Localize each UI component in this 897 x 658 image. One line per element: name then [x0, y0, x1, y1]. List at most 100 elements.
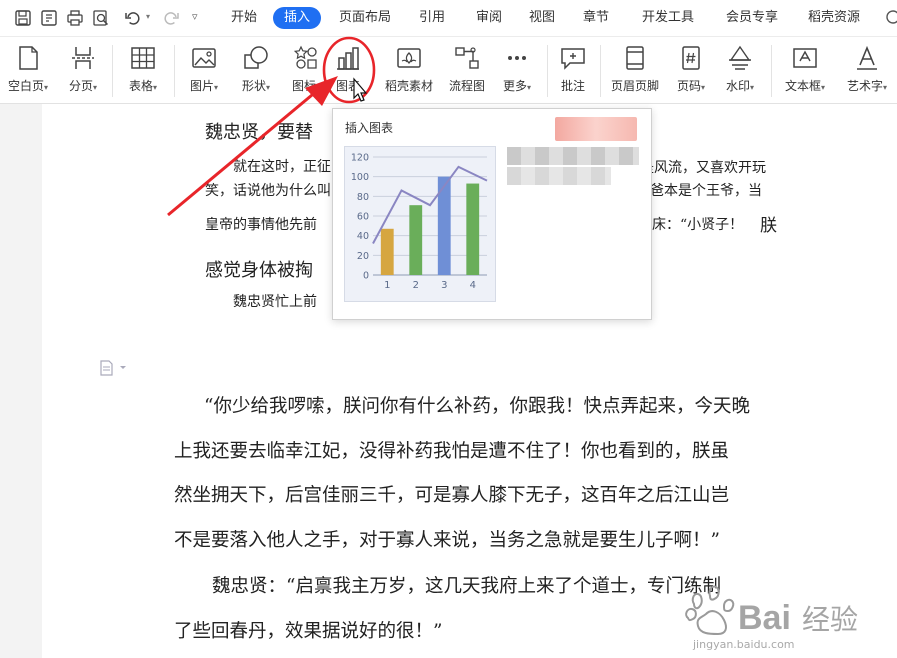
blank-page-icon — [14, 44, 42, 72]
material-label: 稻壳素材 — [384, 79, 433, 93]
icons-button[interactable]: 图标▾ — [282, 37, 330, 103]
chart-bar — [409, 205, 423, 275]
watermark-domain: jingyan.baidu.com — [693, 638, 795, 651]
chart-icon — [334, 44, 362, 72]
ribbon-separator — [771, 45, 772, 97]
redo-icon[interactable] — [162, 9, 180, 27]
ribbon-separator — [112, 45, 113, 97]
paragraph-handle-icon[interactable] — [100, 360, 128, 380]
insert-chart-tooltip: 插入图表 0 20 40 60 80 100 120 1 2 3 4 — [332, 108, 652, 320]
chevron-down-icon: ▾ — [214, 83, 219, 92]
chevron-down-icon: ▾ — [93, 83, 98, 92]
export-pdf-icon[interactable] — [40, 9, 58, 27]
more-button[interactable]: 更多▾ — [494, 37, 540, 103]
comment-icon — [559, 44, 587, 72]
paragraph-fragment: 魏忠贤忙上前 — [233, 294, 317, 310]
chart-bar — [380, 228, 394, 275]
more-label: 更多 — [502, 79, 527, 93]
chart-y-tick-label: 60 — [357, 212, 369, 223]
search-icon[interactable] — [884, 9, 897, 27]
wordart-label: 艺术字 — [846, 79, 883, 93]
ribbon-separator — [547, 45, 548, 97]
header-footer-icon — [621, 44, 649, 72]
chart-bar — [466, 183, 480, 275]
comment-label: 批注 — [560, 79, 585, 93]
icons-icon — [292, 44, 320, 72]
ribbon: 空白页▾ 分页▾ 表格▾ 图片▾ 形状▾ 图标▾ 图表 稻壳素材 流程图 更多▾… — [0, 37, 897, 104]
page-break-button[interactable]: 分页▾ — [58, 37, 108, 103]
undo-icon[interactable] — [124, 9, 142, 27]
customize-icon[interactable]: ▿ — [192, 10, 210, 28]
chevron-down-icon: ▾ — [750, 83, 755, 92]
ribbon-separator — [174, 45, 175, 97]
chevron-down-icon: ▾ — [821, 83, 826, 92]
chevron-down-icon: ▾ — [153, 83, 158, 92]
paragraph-fragment: 朕 — [760, 216, 777, 236]
header-footer-button[interactable]: 页眉页脚 — [604, 37, 666, 103]
page-break-label: 分页 — [68, 79, 93, 93]
chart-y-tick-label: 40 — [357, 231, 369, 242]
shape-icon — [242, 44, 270, 72]
watermark-label: 水印 — [725, 79, 750, 93]
paragraph-fragment: 笑，话说他为什么叫 — [205, 183, 331, 199]
table-button[interactable]: 表格▾ — [118, 37, 168, 103]
page-number-button[interactable]: 页码▾ — [668, 37, 714, 103]
print-preview-icon[interactable] — [92, 9, 110, 27]
menu-bar: ▾ ▿ 开始 插入 页面布局 引用 审阅 视图 章节 开发工具 会员专享 稻壳资… — [0, 0, 897, 37]
print-icon[interactable] — [66, 9, 84, 27]
shape-button[interactable]: 形状▾ — [230, 37, 282, 103]
tab-developer[interactable]: 开发工具 — [642, 9, 694, 27]
tab-start[interactable]: 开始 — [231, 9, 257, 27]
tooltip-title: 插入图表 — [345, 121, 394, 135]
body-line: 然坐拥天下，后宫佳丽三千，可是寡人膝下无子，这百年之后江山岂 — [174, 485, 730, 506]
material-button[interactable]: 稻壳素材 — [380, 37, 438, 103]
wordart-button[interactable]: 艺术字▾ — [838, 37, 896, 103]
chevron-down-icon: ▾ — [316, 83, 321, 92]
tab-references[interactable]: 引用 — [419, 9, 445, 27]
chart-y-tick-label: 120 — [351, 153, 369, 164]
tab-view[interactable]: 视图 — [529, 9, 555, 27]
chart-y-tick-label: 20 — [357, 251, 369, 262]
material-icon — [395, 44, 423, 72]
textbox-label: 文本框 — [784, 79, 821, 93]
flowchart-button[interactable]: 流程图 — [442, 37, 492, 103]
chevron-down-icon: ▾ — [883, 83, 888, 92]
chart-preview-svg: 0 20 40 60 80 100 120 1 2 3 4 — [351, 153, 488, 291]
picture-icon — [190, 44, 218, 72]
textbox-button[interactable]: 文本框▾ — [776, 37, 834, 103]
flowchart-label: 流程图 — [448, 79, 485, 93]
picture-button[interactable]: 图片▾ — [180, 37, 228, 103]
chart-y-tick-label: 0 — [363, 271, 369, 282]
comment-button[interactable]: 批注 — [552, 37, 594, 103]
page-number-icon — [677, 44, 705, 72]
tab-review[interactable]: 审阅 — [476, 9, 502, 27]
more-icon — [503, 44, 531, 72]
chevron-down-icon: ▾ — [266, 83, 271, 92]
save-icon[interactable] — [14, 9, 32, 27]
watermark-icon — [726, 44, 754, 72]
undo-dropdown-icon[interactable]: ▾ — [146, 12, 154, 30]
tab-insert[interactable]: 插入 — [273, 7, 322, 29]
tab-page-layout[interactable]: 页面布局 — [339, 9, 391, 27]
chevron-down-icon: ▾ — [527, 83, 532, 92]
paragraph-fragment: 是风流，又喜欢开玩 — [640, 160, 766, 176]
wordart-icon — [853, 44, 881, 72]
tab-member[interactable]: 会员专享 — [726, 9, 778, 27]
chart-button[interactable]: 图表 — [328, 37, 368, 103]
body-line: “你少给我啰嗦，朕问你有什么补药，你跟我！快点弄起来，今天晚 — [204, 396, 750, 417]
watermark-brand: Bai — [738, 599, 791, 637]
chart-y-tick-label: 80 — [357, 192, 369, 203]
paragraph-fragment: 就在这时，正征 — [233, 159, 331, 175]
chart-x-tick-label: 1 — [384, 280, 390, 291]
watermark-brand-cn: 经验 — [802, 603, 858, 636]
watermark-button[interactable]: 水印▾ — [716, 37, 764, 103]
heading-fragment: 魏忠贤，要替 — [205, 122, 313, 143]
chart-x-tick-label: 2 — [413, 280, 419, 291]
blank-page-button[interactable]: 空白页▾ — [0, 37, 56, 103]
tab-resources[interactable]: 稻壳资源 — [808, 9, 860, 27]
table-label: 表格 — [128, 79, 153, 93]
textbox-icon — [791, 44, 819, 72]
blank-page-label: 空白页 — [7, 79, 44, 93]
tab-section[interactable]: 章节 — [583, 9, 609, 27]
picture-label: 图片 — [189, 79, 214, 93]
